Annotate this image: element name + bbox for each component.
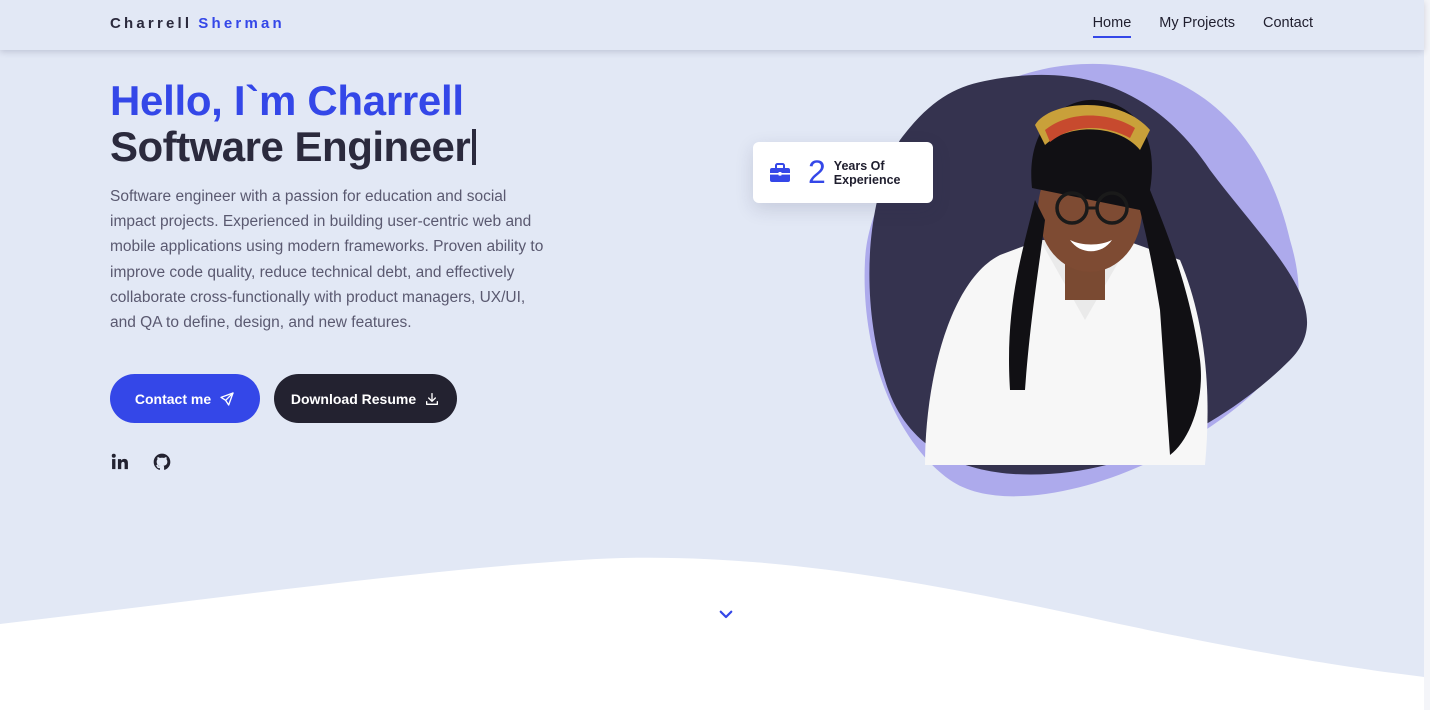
send-icon	[220, 391, 234, 406]
linkedin-link[interactable]	[110, 452, 130, 472]
wave-divider	[0, 557, 1424, 710]
contact-me-button[interactable]: Contact me	[110, 374, 260, 423]
nav-link-home[interactable]: Home	[1092, 15, 1132, 38]
nav-link-my-projects[interactable]: My Projects	[1159, 15, 1235, 38]
hero-description: Software engineer with a passion for edu…	[110, 188, 544, 332]
nav-links: Home My Projects Contact	[1092, 15, 1313, 38]
download-resume-label: Download Resume	[290, 390, 417, 407]
navbar: Charrell Sherman Home My Projects Contact	[0, 0, 1424, 50]
profile-photo-area	[840, 60, 1320, 510]
scrollbar-track[interactable]	[1424, 0, 1430, 710]
github-icon	[153, 453, 171, 470]
brand-first-name: Charrell	[110, 15, 193, 32]
brand-logo[interactable]: Charrell Sherman	[110, 15, 285, 32]
github-link[interactable]	[152, 452, 172, 472]
typing-cursor	[472, 129, 477, 165]
nav-link-contact[interactable]: Contact	[1263, 15, 1313, 38]
brand-last-name: Sherman	[198, 15, 285, 32]
experience-label: Years Of Experience	[834, 159, 914, 187]
experience-label-line1: Years Of	[833, 158, 885, 173]
experience-label-line2: Experience	[833, 172, 901, 187]
linkedin-icon	[111, 453, 128, 470]
profile-blob	[864, 63, 1308, 497]
hero-section: Hello, I`m Charrell Software Engineer So…	[110, 78, 570, 335]
download-icon	[426, 392, 439, 405]
hero-greeting: Hello, I`m Charrell	[110, 77, 464, 124]
hero-role: Software Engineer	[110, 124, 570, 170]
hero-role-text: Software Engineer	[110, 123, 471, 170]
contact-me-label: Contact me	[134, 390, 212, 407]
briefcase-icon	[770, 162, 790, 182]
experience-card: 2 Years Of Experience	[753, 142, 933, 203]
download-resume-button[interactable]: Download Resume	[274, 374, 457, 423]
experience-number: 2	[808, 154, 826, 190]
chevron-down-icon[interactable]	[717, 605, 735, 623]
